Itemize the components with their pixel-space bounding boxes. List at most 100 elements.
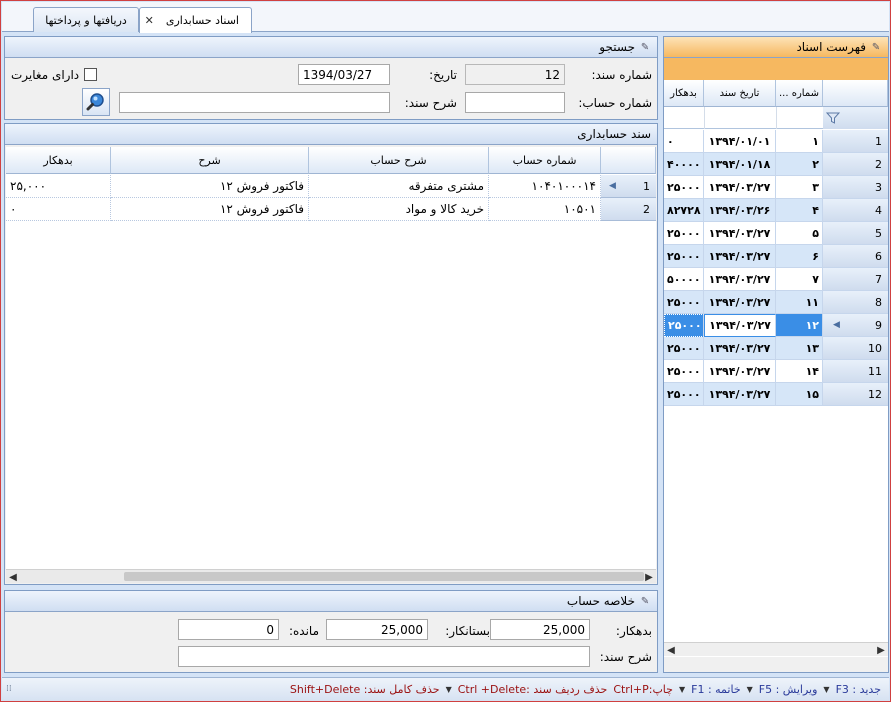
list-cell-number[interactable]: ۵ [776, 222, 823, 245]
list-cell-date[interactable]: ۱۳۹۴/۰۳/۲۷ [704, 268, 776, 291]
list-cell-debit[interactable]: ۲۵۰۰۰ [664, 291, 704, 314]
column-header-account-number[interactable]: شماره حساب [489, 147, 601, 174]
pin-icon[interactable]: ✎ [639, 595, 651, 607]
list-item[interactable]: ۲۵۰۰۰ ۱۳۹۴/۰۳/۲۷ ۱۵ 12 [664, 383, 888, 406]
account-number-field[interactable] [465, 92, 565, 113]
list-cell-debit[interactable]: ۲۵۰۰۰ [664, 245, 704, 268]
table-cell[interactable]: ۰ [6, 198, 111, 221]
table-cell[interactable]: ۱۰۴۰۱۰۰۰۱۴ [489, 175, 601, 198]
table-cell[interactable]: مشتری متفرقه [309, 175, 489, 198]
row-indicator[interactable]: 9 ◀ [823, 314, 888, 337]
list-item[interactable]: ۲۵۰۰۰ ۱۳۹۴/۰۳/۲۷ ۳ 3 [664, 176, 888, 199]
list-cell-date[interactable]: ۱۳۹۴/۰۳/۲۷ [704, 314, 776, 337]
column-header-account-desc[interactable]: شرح حساب [309, 147, 489, 174]
list-cell-debit[interactable]: ۲۵۰۰۰ [664, 222, 704, 245]
list-cell-number[interactable]: ۷ [776, 268, 823, 291]
table-cell[interactable]: ۱۰۵۰۱ [489, 198, 601, 221]
row-indicator[interactable]: 6 [823, 245, 888, 268]
tab-receipts-payments[interactable]: دریافتها و پرداختها [33, 7, 139, 32]
scroll-thumb[interactable] [124, 572, 644, 581]
list-item[interactable]: ۲۵۰۰۰ ۱۳۹۴/۰۳/۲۷ ۶ 6 [664, 245, 888, 268]
list-item[interactable]: ۴۰۰۰۰ ۱۳۹۴/۰۱/۱۸ ۲ 2 [664, 153, 888, 176]
table-cell[interactable]: فاکتور فروش ۱۲ [111, 175, 309, 198]
row-indicator[interactable]: 3 [823, 176, 888, 199]
list-cell-date[interactable]: ۱۳۹۴/۰۳/۲۷ [704, 360, 776, 383]
list-cell-number[interactable]: ۱۵ [776, 383, 823, 406]
row-indicator[interactable]: 1 [823, 130, 888, 153]
list-cell-number[interactable]: ۴ [776, 199, 823, 222]
credit-total-field[interactable]: 25,000 [326, 619, 428, 640]
doc-number-field[interactable]: 12 [465, 64, 565, 85]
row-indicator[interactable]: 2 [601, 198, 656, 221]
list-cell-number[interactable]: ۱۴ [776, 360, 823, 383]
date-field[interactable]: 1394/03/27 [298, 64, 390, 85]
list-cell-debit[interactable]: ۸۲۷۲۸ [664, 199, 704, 222]
status-edit[interactable]: ویرایش : F5 [759, 683, 818, 696]
list-item[interactable]: ۰ ۱۳۹۴/۰۱/۰۱ ۱ 1 [664, 130, 888, 153]
list-cell-date[interactable]: ۱۳۹۴/۰۱/۰۱ [704, 130, 776, 153]
status-delete-row[interactable]: حذف ردیف سند :Ctrl +Delete [458, 683, 608, 696]
resize-grip-icon[interactable]: ⁞⁞ [6, 684, 12, 694]
list-item[interactable]: ۲۵۰۰۰ ۱۳۹۴/۰۳/۲۷ ۱۳ 10 [664, 337, 888, 360]
list-cell-number[interactable]: ۶ [776, 245, 823, 268]
row-indicator[interactable]: 11 [823, 360, 888, 383]
row-indicator[interactable]: 2 [823, 153, 888, 176]
table-cell[interactable]: خرید کالا و مواد [309, 198, 489, 221]
list-cell-debit[interactable]: ۲۵۰۰۰ [664, 314, 704, 337]
list-cell-number[interactable]: ۱۱ [776, 291, 823, 314]
list-cell-number[interactable]: ۳ [776, 176, 823, 199]
filter-row[interactable] [664, 107, 888, 129]
summary-description-field[interactable] [178, 646, 590, 667]
status-print[interactable]: چاپ:Ctrl+P [613, 683, 673, 696]
list-cell-debit[interactable]: ۲۵۰۰۰ [664, 360, 704, 383]
list-cell-debit[interactable]: ۲۵۰۰۰ [664, 337, 704, 360]
column-header-debit[interactable]: بدهکار [664, 80, 704, 107]
dropdown-icon[interactable]: ▼ [679, 685, 685, 694]
list-cell-date[interactable]: ۱۳۹۴/۰۳/۲۷ [704, 176, 776, 199]
list-cell-date[interactable]: ۱۳۹۴/۰۳/۲۷ [704, 383, 776, 406]
pin-icon[interactable]: ✎ [639, 41, 651, 53]
list-item[interactable]: ۸۲۷۲۸ ۱۳۹۴/۰۳/۲۶ ۴ 4 [664, 199, 888, 222]
column-header-debit[interactable]: بدهکار [6, 147, 111, 174]
dropdown-icon[interactable]: ▼ [446, 685, 452, 694]
list-cell-number[interactable]: ۱ [776, 130, 823, 153]
list-cell-number[interactable]: ۱۳ [776, 337, 823, 360]
balance-field[interactable]: 0 [178, 619, 279, 640]
dropdown-icon[interactable]: ▼ [747, 685, 753, 694]
scroll-right-icon[interactable]: ▶ [874, 643, 888, 657]
list-cell-date[interactable]: ۱۳۹۴/۰۳/۲۶ [704, 199, 776, 222]
list-cell-number[interactable]: ۱۲ [776, 314, 823, 337]
tab-accounting-documents[interactable]: اسناد حسابداری ✕ [139, 7, 252, 33]
row-indicator[interactable]: 1 ◀ [601, 175, 656, 198]
description-field[interactable] [119, 92, 390, 113]
list-cell-date[interactable]: ۱۳۹۴/۰۳/۲۷ [704, 245, 776, 268]
list-cell-debit[interactable]: ۲۵۰۰۰ [664, 383, 704, 406]
list-item[interactable]: ۲۵۰۰۰ ۱۳۹۴/۰۳/۲۷ ۵ 5 [664, 222, 888, 245]
horizontal-scrollbar[interactable]: ◀ ▶ [6, 569, 656, 583]
filter-icon[interactable] [826, 111, 840, 125]
scroll-right-icon[interactable]: ▶ [642, 570, 656, 584]
list-item[interactable]: ۲۵۰۰۰ ۱۳۹۴/۰۳/۲۷ ۱۱ 8 [664, 291, 888, 314]
table-cell[interactable]: ۲۵,۰۰۰ [6, 175, 111, 198]
list-cell-debit[interactable]: ۲۵۰۰۰ [664, 176, 704, 199]
list-cell-date[interactable]: ۱۳۹۴/۰۳/۲۷ [704, 222, 776, 245]
list-item[interactable]: ۲۵۰۰۰ ۱۳۹۴/۰۳/۲۷ ۱۲ 9 ◀ [664, 314, 888, 337]
list-cell-number[interactable]: ۲ [776, 153, 823, 176]
list-cell-debit[interactable]: ۴۰۰۰۰ [664, 153, 704, 176]
status-delete-doc[interactable]: حذف کامل سند: Shift+Delete [290, 683, 440, 696]
dropdown-icon[interactable]: ▼ [823, 685, 829, 694]
list-cell-date[interactable]: ۱۳۹۴/۰۳/۲۷ [704, 337, 776, 360]
list-item[interactable]: ۲۵۰۰۰ ۱۳۹۴/۰۳/۲۷ ۱۴ 11 [664, 360, 888, 383]
scroll-left-icon[interactable]: ◀ [664, 643, 678, 657]
discrepancy-checkbox[interactable] [84, 68, 97, 81]
list-cell-date[interactable]: ۱۳۹۴/۰۳/۲۷ [704, 291, 776, 314]
list-cell-debit[interactable]: ۰ [664, 130, 704, 153]
table-cell[interactable]: فاکتور فروش ۱۲ [111, 198, 309, 221]
status-new[interactable]: جدید : F3 [836, 683, 881, 696]
list-item[interactable]: ۵۰۰۰۰ ۱۳۹۴/۰۳/۲۷ ۷ 7 [664, 268, 888, 291]
row-indicator[interactable]: 10 [823, 337, 888, 360]
search-button[interactable] [82, 88, 110, 116]
pin-icon[interactable]: ✎ [870, 41, 882, 53]
row-indicator[interactable]: 7 [823, 268, 888, 291]
row-indicator[interactable]: 4 [823, 199, 888, 222]
